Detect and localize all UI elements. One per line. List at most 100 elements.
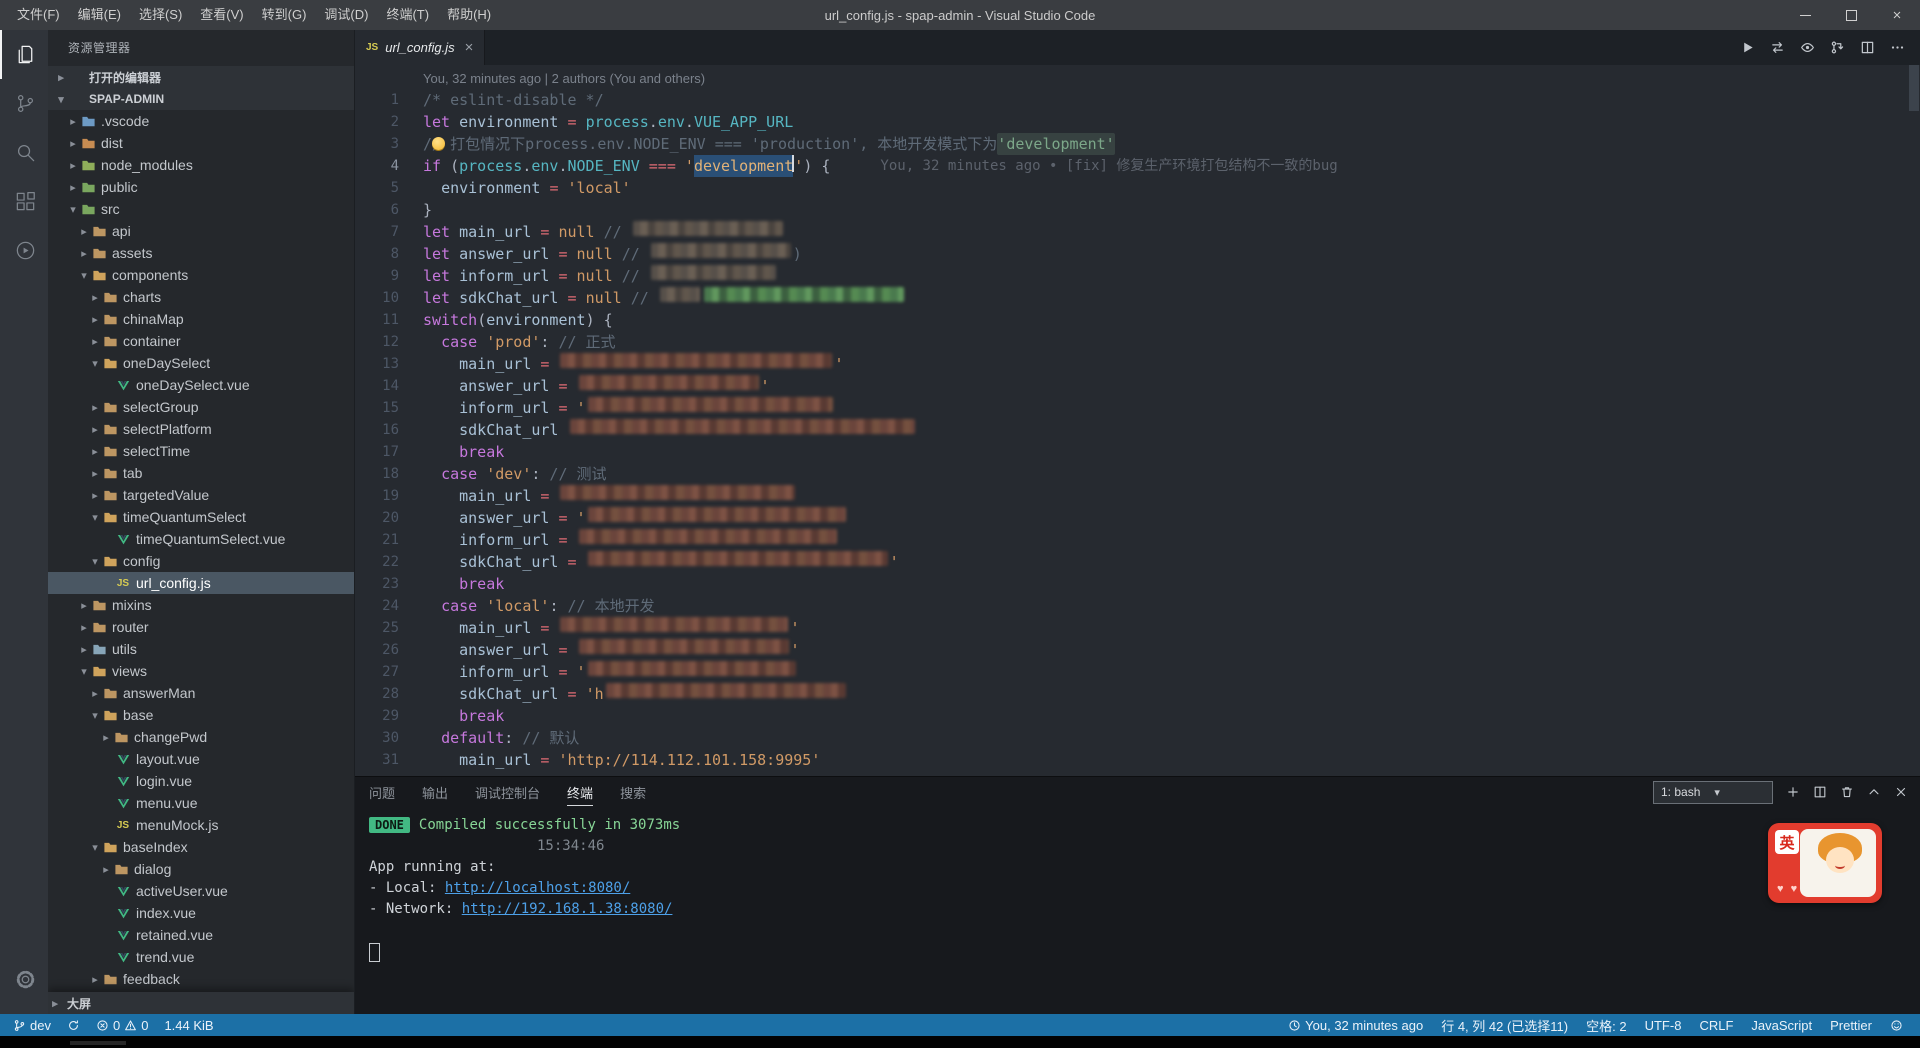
code-line[interactable]: 27 inform_url = '	[355, 661, 1920, 683]
menubar-item[interactable]: 终端(T)	[377, 0, 438, 30]
menubar-item[interactable]: 查看(V)	[191, 0, 252, 30]
tree-item[interactable]: ▸ dialog	[48, 858, 354, 880]
tree-item[interactable]: oneDaySelect.vue	[48, 374, 354, 396]
status-problems[interactable]: 00	[91, 1018, 153, 1033]
split-terminal-icon[interactable]	[1813, 785, 1827, 799]
tree-item[interactable]: layout.vue	[48, 748, 354, 770]
kill-terminal-icon[interactable]	[1840, 785, 1854, 799]
panel-tab-终端[interactable]: 终端	[567, 779, 594, 806]
code-line[interactable]: 29 break	[355, 705, 1920, 727]
code-line[interactable]: 8 let answer_url = null // )	[355, 243, 1920, 265]
tree-item[interactable]: ▸ selectPlatform	[48, 418, 354, 440]
tree-item[interactable]: ▸ router	[48, 616, 354, 638]
tree-item[interactable]: ▸ node_modules	[48, 154, 354, 176]
source-control-icon[interactable]	[0, 79, 48, 128]
run-code-icon[interactable]	[1732, 30, 1762, 65]
tree-item[interactable]: ▾ src	[48, 198, 354, 220]
tree-item[interactable]: ▸ api	[48, 220, 354, 242]
tree-item[interactable]: ▸ mixins	[48, 594, 354, 616]
tree-item[interactable]: login.vue	[48, 770, 354, 792]
code-line[interactable]: 17 break	[355, 441, 1920, 463]
terminal-select[interactable]: 1: bash	[1653, 780, 1773, 804]
settings-gear-icon[interactable]	[0, 955, 48, 1004]
panel-tab-问题[interactable]: 问题	[369, 779, 395, 805]
code-line[interactable]: 10 let sdkChat_url = null //	[355, 287, 1920, 309]
tree-item[interactable]: ▸ dist	[48, 132, 354, 154]
status-gitlens-current-line[interactable]: You, 32 minutes ago	[1283, 1018, 1428, 1033]
panel-tab-搜索[interactable]: 搜索	[620, 779, 646, 805]
tree-item[interactable]: ▸ targetedValue	[48, 484, 354, 506]
status-indentation[interactable]: 空格: 2	[1581, 1016, 1631, 1035]
menubar-item[interactable]: 文件(F)	[8, 0, 69, 30]
menubar-item[interactable]: 转到(G)	[253, 0, 316, 30]
explorer-icon[interactable]	[0, 30, 48, 79]
code-line[interactable]: 5 environment = 'local'	[355, 177, 1920, 199]
code-line[interactable]: 31 main_url = 'http://114.112.101.158:99…	[355, 749, 1920, 771]
tree-item[interactable]: ▾ views	[48, 660, 354, 682]
code-line[interactable]: 20 answer_url = '	[355, 507, 1920, 529]
menubar-item[interactable]: 调试(D)	[315, 0, 377, 30]
minimize-button[interactable]	[1782, 0, 1828, 30]
code-line[interactable]: 28 sdkChat_url = 'h	[355, 683, 1920, 705]
tree-item[interactable]: retained.vue	[48, 924, 354, 946]
tree-item[interactable]: ▸ public	[48, 176, 354, 198]
status-formatter[interactable]: Prettier	[1825, 1018, 1877, 1033]
tree-section[interactable]: ▾ SPAP-ADMIN	[48, 88, 354, 110]
code-line[interactable]: 7 let main_url = null //	[355, 221, 1920, 243]
scrollbar-thumb[interactable]	[1909, 65, 1919, 111]
tree-item[interactable]: ▸ utils	[48, 638, 354, 660]
compare-changes-icon[interactable]	[1762, 30, 1792, 65]
tree-item[interactable]: ▸ chinaMap	[48, 308, 354, 330]
code-line[interactable]: 22 sdkChat_url = '	[355, 551, 1920, 573]
close-button[interactable]	[1874, 0, 1920, 30]
gitlens-icon[interactable]	[1822, 30, 1852, 65]
tree-item[interactable]: ▾ base	[48, 704, 354, 726]
tree-item[interactable]: ▸ container	[48, 330, 354, 352]
maximize-panel-icon[interactable]	[1867, 785, 1881, 799]
code-line[interactable]: 13 main_url = '	[355, 353, 1920, 375]
tab-close-icon[interactable]: ×	[465, 39, 474, 56]
code-line[interactable]: 4 if (process. env. NODE_ENV === ' developme…	[355, 155, 1920, 177]
tree-item[interactable]: ▸ feedback	[48, 968, 354, 990]
code-line[interactable]: 3 // 打包情况下process.env.NODE_ENV === 'produ…	[355, 133, 1920, 155]
panel-tab-调试控制台[interactable]: 调试控制台	[475, 779, 540, 805]
code-line[interactable]: 2 let environment = process. env. VUE_APP_U…	[355, 111, 1920, 133]
tree-item[interactable]: ▸ answerMan	[48, 682, 354, 704]
code-line[interactable]: 14 answer_url = '	[355, 375, 1920, 397]
menubar-item[interactable]: 选择(S)	[130, 0, 191, 30]
status-sync[interactable]	[62, 1019, 85, 1032]
new-terminal-icon[interactable]	[1786, 785, 1800, 799]
lightbulb-icon[interactable]	[432, 137, 445, 150]
tree-item[interactable]: ▸ .vscode	[48, 110, 354, 132]
tree-item[interactable]: ▸ charts	[48, 286, 354, 308]
tree-section-bottom[interactable]: 大屏	[48, 992, 354, 1014]
codelens-authors[interactable]: You, 32 minutes ago | 2 authors (You and…	[423, 68, 1920, 89]
code-line[interactable]: 21 inform_url =	[355, 529, 1920, 551]
tree-item[interactable]: ▸ selectGroup	[48, 396, 354, 418]
menubar-item[interactable]: 编辑(E)	[69, 0, 130, 30]
tree-item[interactable]: menu.vue	[48, 792, 354, 814]
status-cursor-position[interactable]: 行 4, 列 42 (已选择11)	[1436, 1016, 1573, 1035]
tree-item[interactable]: ▸ selectTime	[48, 440, 354, 462]
open-preview-icon[interactable]	[1792, 30, 1822, 65]
code-line[interactable]: 1 /* eslint-disable */	[355, 89, 1920, 111]
panel-tab-输出[interactable]: 输出	[422, 779, 448, 805]
tab-url-config[interactable]: JS url_config.js ×	[355, 30, 486, 65]
split-editor-icon[interactable]	[1852, 30, 1882, 65]
tree-item[interactable]: ▸ assets	[48, 242, 354, 264]
code-line[interactable]: 15 inform_url = '	[355, 397, 1920, 419]
code-line[interactable]: 9 let inform_url = null //	[355, 265, 1920, 287]
tree-item[interactable]: timeQuantumSelect.vue	[48, 528, 354, 550]
status-feedback[interactable]	[1885, 1019, 1908, 1032]
code-line[interactable]: 24 case 'local': // 本地开发	[355, 595, 1920, 617]
search-icon[interactable]	[0, 128, 48, 177]
status-file-size[interactable]: 1.44 KiB	[159, 1018, 218, 1033]
code-line[interactable]: 25 main_url = '	[355, 617, 1920, 639]
tree-item[interactable]: ▾ baseIndex	[48, 836, 354, 858]
code-line[interactable]: 23 break	[355, 573, 1920, 595]
terminal-link[interactable]: http://localhost:8080/	[445, 880, 630, 896]
tree-item[interactable]: ▾ config	[48, 550, 354, 572]
status-encoding[interactable]: UTF-8	[1640, 1018, 1687, 1033]
status-eol[interactable]: CRLF	[1694, 1018, 1738, 1033]
tree-section[interactable]: ▸ 打开的编辑器	[48, 66, 354, 88]
